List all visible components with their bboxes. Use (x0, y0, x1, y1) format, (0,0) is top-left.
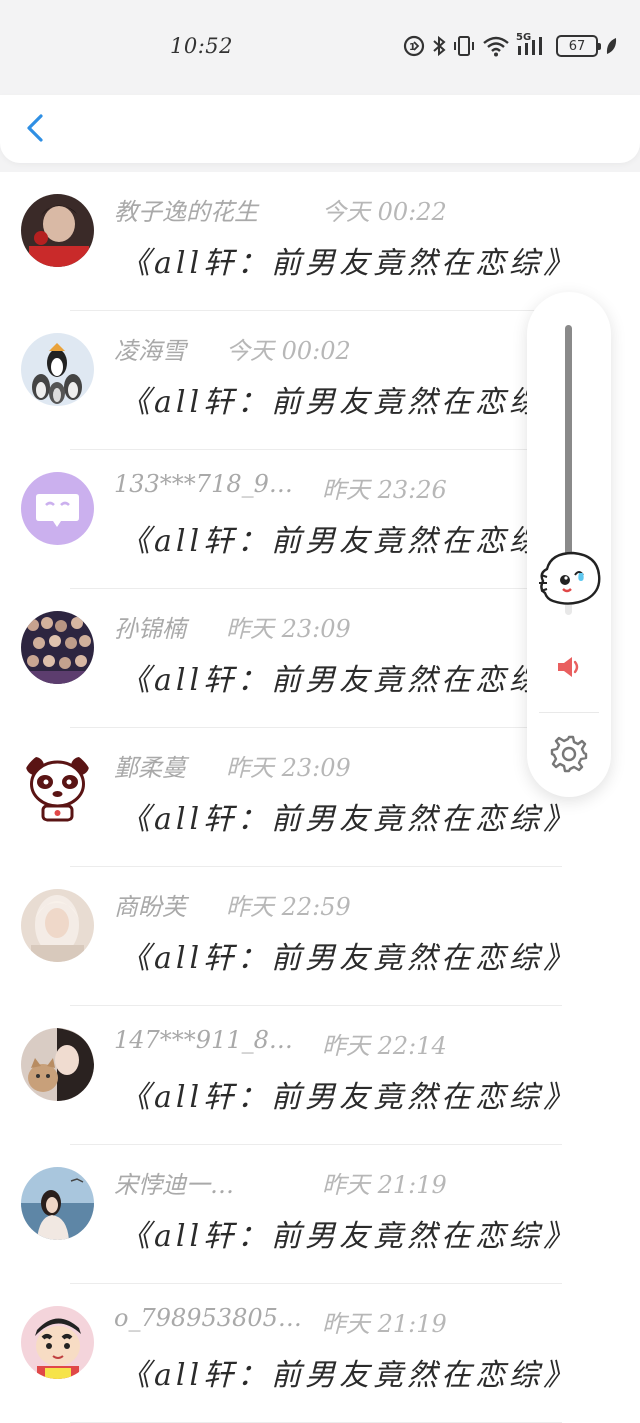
avatar[interactable] (21, 1028, 94, 1101)
avatar[interactable] (21, 750, 94, 823)
avatar[interactable] (21, 889, 94, 962)
message-preview: 《all轩：前男友竟然在恋综》 (120, 663, 578, 698)
message-time: 今天 00:22 (322, 198, 447, 226)
volume-thumb[interactable] (535, 547, 601, 611)
list-item[interactable]: o_798953805… 昨天 21:19 《all轩：前男友竟然在恋综》 (0, 1284, 640, 1423)
message-time: 昨天 22:14 (322, 1032, 447, 1060)
list-item[interactable]: 商盼芙 昨天 22:59 《all轩：前男友竟然在恋综》 (0, 867, 640, 1006)
status-icons: 1 5G 67 (402, 32, 618, 58)
avatar[interactable] (21, 1306, 94, 1379)
message-preview: 《all轩：前男友竟然在恋综》 (120, 1080, 578, 1115)
message-preview: 《all轩：前男友竟然在恋综》 (120, 385, 578, 420)
list-item[interactable]: 宋悖迪一… 昨天 21:19 《all轩：前男友竟然在恋综》 (0, 1145, 640, 1284)
contact-name: 鄞柔蔓 (114, 754, 186, 782)
list-item[interactable]: 教子逸的花生 今天 00:22 《all轩：前男友竟然在恋综》 (0, 172, 640, 311)
status-time: 10:52 (170, 34, 234, 58)
message-time: 今天 00:02 (226, 337, 351, 365)
battery-icon: 67 (556, 35, 601, 57)
contact-name: o_798953805… (114, 1304, 302, 1332)
chevron-left-icon (27, 114, 43, 142)
settings-button[interactable] (548, 733, 590, 779)
avatar[interactable] (21, 333, 94, 406)
contact-name: 教子逸的花生 (114, 198, 258, 226)
message-preview: 《all轩：前男友竟然在恋综》 (120, 524, 578, 559)
contact-name: 宋悖迪一… (114, 1171, 234, 1199)
contact-name: 147***911_8… (114, 1026, 293, 1054)
contact-name: 商盼芙 (114, 893, 186, 921)
contact-name: 凌海雪 (114, 337, 186, 365)
wifi-icon (482, 34, 510, 58)
message-preview: 《all轩：前男友竟然在恋综》 (120, 941, 578, 976)
avatar[interactable] (21, 194, 94, 267)
gear-icon (550, 735, 588, 773)
bluetooth-icon (432, 34, 446, 58)
avatar[interactable] (21, 472, 94, 545)
nfc-icon: 1 (402, 34, 426, 58)
back-button[interactable] (20, 109, 50, 147)
speaker-icon[interactable] (555, 654, 583, 684)
avatar[interactable] (21, 1167, 94, 1240)
ghost-icon (539, 551, 601, 605)
navigation-bar (0, 95, 640, 163)
message-time: 昨天 23:09 (226, 615, 351, 643)
vibrate-icon (452, 34, 476, 58)
message-preview: 《all轩：前男友竟然在恋综》 (120, 1219, 578, 1254)
message-time: 昨天 23:26 (322, 476, 447, 504)
volume-panel (527, 292, 611, 797)
message-preview: 《all轩：前男友竟然在恋综》 (120, 802, 578, 837)
divider (539, 712, 599, 713)
message-time: 昨天 23:09 (226, 754, 351, 782)
contact-name: 133***718_9… (114, 470, 293, 498)
status-bar: 10:52 1 5G 67 (0, 0, 640, 95)
leaf-icon (604, 34, 618, 58)
message-preview: 《all轩：前男友竟然在恋综》 (120, 246, 578, 281)
battery-level: 67 (568, 38, 586, 54)
message-time: 昨天 21:19 (322, 1171, 447, 1199)
avatar[interactable] (21, 611, 94, 684)
contact-name: 孙锦楠 (114, 615, 186, 643)
signal-icon: 5G (516, 32, 550, 58)
message-time: 昨天 22:59 (226, 893, 351, 921)
message-preview: 《all轩：前男友竟然在恋综》 (120, 1358, 578, 1393)
message-time: 昨天 21:19 (322, 1310, 447, 1338)
list-item[interactable]: 147***911_8… 昨天 22:14 《all轩：前男友竟然在恋综》 (0, 1006, 640, 1145)
